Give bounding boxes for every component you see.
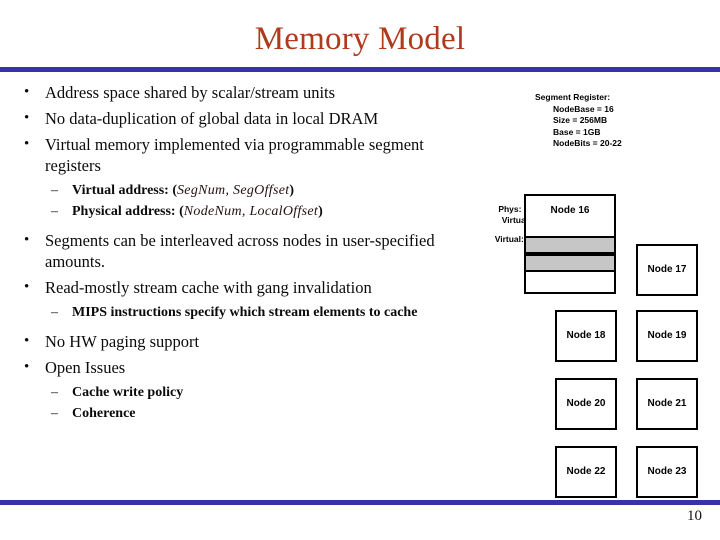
node-label: Node 22 xyxy=(566,466,606,477)
segment-register-heading: Segment Register: xyxy=(535,92,611,102)
sub-bullet-marker: – xyxy=(51,204,58,219)
node-label: Node 21 xyxy=(647,398,687,409)
bullet-item: • Virtual memory implemented via program… xyxy=(18,134,478,176)
sub-bullet-marker: – xyxy=(51,385,58,400)
bullet-text: No HW paging support xyxy=(45,332,200,351)
bullet-item: • Open Issues xyxy=(18,357,478,378)
bullet-text: Virtual memory implemented via programma… xyxy=(45,135,424,175)
node-box-17: Node 17 xyxy=(636,244,698,296)
bullet-item: • Read-mostly stream cache with gang inv… xyxy=(18,277,478,298)
bullet-text: Read-mostly stream cache with gang inval… xyxy=(45,278,372,297)
bullet-marker: • xyxy=(24,84,30,100)
sub-bullet-close-paren: ) xyxy=(318,204,323,219)
node-label: Node 19 xyxy=(647,330,687,341)
sub-bullet-text: Cache write policy xyxy=(72,385,184,400)
footer-divider-rule xyxy=(0,500,720,505)
node-box-22: Node 22 xyxy=(555,446,617,498)
physical-address-value: NodeNum, LocalOffset xyxy=(183,204,319,219)
bullet-marker: • xyxy=(24,232,30,248)
node-label: Node 20 xyxy=(566,398,606,409)
node-box-20: Node 20 xyxy=(555,378,617,430)
node-box-18: Node 18 xyxy=(555,310,617,362)
sub-bullet-label: Physical address: ( xyxy=(72,204,184,219)
sub-bullet-marker: – xyxy=(51,406,58,421)
bullet-marker: • xyxy=(24,136,30,152)
node-box-16: Node 16 xyxy=(524,194,616,294)
page-title: Memory Model xyxy=(254,21,466,57)
sub-bullet-marker: – xyxy=(51,183,58,198)
sub-bullet-item: – Cache write policy xyxy=(18,383,478,402)
bullet-text: Open Issues xyxy=(45,358,126,377)
bullet-marker: • xyxy=(24,110,30,126)
sub-bullet-text: MIPS instructions specify which stream e… xyxy=(72,305,418,320)
memory-node-diagram: Segment Register: NodeBase = 16 Size = 2… xyxy=(450,82,720,498)
segment-register-field: NodeBase = 16 xyxy=(553,103,614,114)
node-label: Node 17 xyxy=(647,264,687,275)
sub-bullet-label: Virtual address: ( xyxy=(72,183,177,198)
segment-register-field: NodeBits = 20-22 xyxy=(553,138,622,148)
memory-band-segment xyxy=(526,236,614,254)
node-box-19: Node 19 xyxy=(636,310,698,362)
bullet-text: No data-duplication of global data in lo… xyxy=(45,109,379,128)
sub-bullet-marker: – xyxy=(51,305,58,320)
virtual-address-value: SegNum, SegOffset xyxy=(177,183,290,198)
node-box-23: Node 23 xyxy=(636,446,698,498)
bullet-item: • No data-duplication of global data in … xyxy=(18,108,478,129)
page-number: 10 xyxy=(687,508,702,524)
bullet-marker: • xyxy=(24,279,30,295)
node-box-21: Node 21 xyxy=(636,378,698,430)
node-label: Node 23 xyxy=(647,466,687,477)
bullet-marker: • xyxy=(24,333,30,349)
bullet-text: Segments can be interleaved across nodes… xyxy=(45,231,435,271)
segment-register-field: Size = 256MB xyxy=(553,115,608,125)
segment-register-field: Base = 1GB xyxy=(553,126,601,137)
slide: Memory Model • Address space shared by s… xyxy=(0,0,720,540)
bullet-item: • No HW paging support xyxy=(18,331,478,352)
memory-band-segment xyxy=(526,254,614,272)
node-label: Node 18 xyxy=(566,330,606,341)
sub-bullet-item: – Physical address: (NodeNum, LocalOffse… xyxy=(18,202,478,221)
sub-bullet-item: – Coherence xyxy=(18,404,478,423)
bullet-marker: • xyxy=(24,359,30,375)
bullet-item: • Address space shared by scalar/stream … xyxy=(18,82,478,103)
segment-register-annotation: Segment Register: NodeBase = 16 Size = 2… xyxy=(535,92,622,150)
title-divider-rule xyxy=(0,67,720,72)
node-label: Node 16 xyxy=(550,205,590,216)
bullet-list: • Address space shared by scalar/stream … xyxy=(18,82,478,425)
sub-bullet-close-paren: ) xyxy=(289,183,295,198)
bullet-text: Address space shared by scalar/stream un… xyxy=(45,83,336,102)
sub-bullet-item: – MIPS instructions specify which stream… xyxy=(18,303,478,322)
sub-bullet-item: – Virtual address: (SegNum, SegOffset) xyxy=(18,181,478,200)
sub-bullet-text: Coherence xyxy=(72,406,136,421)
bullet-item: • Segments can be interleaved across nod… xyxy=(18,230,478,272)
